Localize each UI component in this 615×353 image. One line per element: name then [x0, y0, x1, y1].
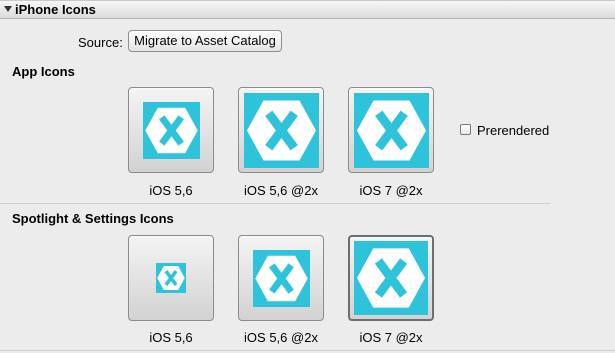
xamarin-hexagon-x-icon: [244, 93, 319, 168]
spotlight-icon-caption-ios7-2x: iOS 7 @2x: [359, 330, 423, 345]
section-divider: [0, 203, 551, 204]
prerendered-checkbox[interactable]: [460, 124, 471, 135]
disclosure-triangle-icon[interactable]: [4, 6, 12, 12]
app-icon-caption-ios7-2x: iOS 7 @2x: [359, 183, 423, 198]
app-icon-well-ios7-2x[interactable]: [348, 87, 434, 173]
migrate-to-asset-catalog-button[interactable]: Migrate to Asset Catalog: [128, 30, 282, 52]
xamarin-hexagon-x-icon: [143, 102, 200, 159]
bottom-divider: [0, 350, 615, 351]
spotlight-icon-caption-ios56: iOS 5,6: [149, 330, 193, 345]
xamarin-hexagon-x-icon: [354, 93, 429, 168]
source-label: Source:: [78, 35, 123, 50]
app-icons-title: App Icons: [12, 64, 75, 79]
app-icon-well-ios56[interactable]: [128, 87, 214, 173]
spotlight-icon-well-ios7-2x[interactable]: [348, 235, 434, 321]
xamarin-hexagon-x-icon: [156, 263, 186, 293]
spotlight-icons-title: Spotlight & Settings Icons: [12, 211, 174, 226]
app-icon-caption-ios56-2x: iOS 5,6 @2x: [244, 183, 318, 198]
xamarin-hexagon-x-icon: [354, 241, 428, 315]
app-icon-caption-ios56: iOS 5,6: [149, 183, 193, 198]
app-icon-well-ios56-2x[interactable]: [238, 87, 324, 173]
spotlight-icon-well-ios56-2x[interactable]: [238, 235, 324, 321]
section-title: iPhone Icons: [15, 2, 96, 17]
prerendered-label[interactable]: Prerendered: [477, 123, 549, 138]
spotlight-icon-caption-ios56-2x: iOS 5,6 @2x: [244, 330, 318, 345]
section-header[interactable]: iPhone Icons: [0, 0, 615, 19]
spotlight-icon-well-ios56[interactable]: [128, 235, 214, 321]
xamarin-hexagon-x-icon: [253, 250, 310, 307]
